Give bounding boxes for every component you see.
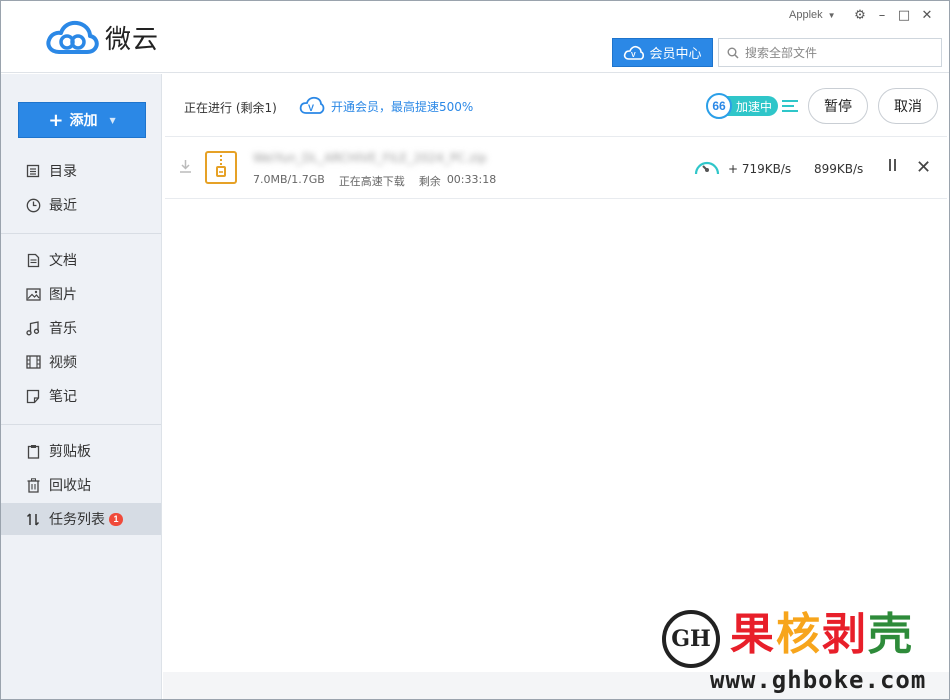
user-name-label: Applek bbox=[789, 9, 823, 21]
chevron-down-icon: ▼ bbox=[827, 10, 836, 20]
file-name: WeiYun_DL_ARCHIVE_FILE_2024_PC.zip bbox=[253, 151, 487, 165]
watermark-char: 核 bbox=[776, 609, 822, 660]
document-icon bbox=[25, 252, 41, 268]
sidebar-divider bbox=[1, 233, 161, 234]
zip-file-icon bbox=[205, 151, 237, 184]
remaining-time: 00:33:18 bbox=[446, 173, 497, 186]
note-icon bbox=[25, 388, 41, 404]
watermark-title: 果核剥壳 bbox=[730, 606, 914, 664]
plus-icon: + bbox=[48, 109, 64, 131]
sidebar-item-recent[interactable]: 最近 bbox=[1, 189, 161, 221]
cloud-logo-icon bbox=[46, 20, 99, 54]
watermark-char: 壳 bbox=[868, 609, 914, 660]
add-label: 添加 bbox=[69, 113, 98, 129]
clock-icon bbox=[25, 197, 41, 213]
search-icon bbox=[727, 47, 739, 59]
sidebar-item-label: 任务列表 bbox=[49, 512, 105, 528]
speed-gauge-icon bbox=[693, 155, 721, 181]
close-icon[interactable]: ✕ bbox=[916, 157, 931, 178]
vip-center-label: 会员中心 bbox=[649, 47, 702, 62]
task-row[interactable]: WeiYun_DL_ARCHIVE_FILE_2024_PC.zip 7.0MB… bbox=[165, 136, 947, 199]
title-bar: 微云 Applek ▼ ⚙ – □ ✕ V 会员中心 bbox=[1, 1, 949, 73]
settings-icon[interactable]: ⚙ bbox=[850, 6, 870, 24]
vip-center-button[interactable]: V 会员中心 bbox=[612, 38, 713, 67]
catalog-icon bbox=[25, 163, 41, 179]
sidebar-item-video[interactable]: 视频 bbox=[1, 346, 161, 378]
pause-icon[interactable] bbox=[885, 159, 899, 175]
remaining-label: 剩余 bbox=[418, 175, 441, 188]
vip-promo-link[interactable]: V 开通会员，最高提速500% bbox=[299, 96, 473, 116]
trash-icon bbox=[25, 477, 41, 493]
watermark-char: 剥 bbox=[822, 609, 868, 660]
sidebar-item-label: 笔记 bbox=[49, 389, 77, 405]
watermark-char: 果 bbox=[730, 609, 776, 660]
task-status-text: 正在进行 (剩余1) bbox=[184, 101, 277, 115]
boost-speed: + 719KB/s bbox=[728, 162, 792, 176]
app-logo: 微云 bbox=[45, 19, 159, 56]
sidebar-item-label: 音乐 bbox=[49, 321, 77, 337]
sidebar-item-catalog[interactable]: 目录 bbox=[1, 155, 161, 187]
sidebar-item-images[interactable]: 图片 bbox=[1, 278, 161, 310]
app-name: 微云 bbox=[105, 25, 160, 55]
sidebar-item-label: 图片 bbox=[49, 287, 77, 303]
vip-cloud-icon: V bbox=[624, 45, 645, 60]
watermark-seal: GH bbox=[662, 610, 720, 668]
add-button[interactable]: + 添加 ▼ bbox=[18, 102, 146, 138]
sidebar-item-notes[interactable]: 笔记 bbox=[1, 380, 161, 412]
download-speed: 899KB/s bbox=[814, 162, 864, 176]
music-icon bbox=[25, 320, 41, 336]
task-toolbar: 正在进行 (剩余1) V 开通会员，最高提速500% 66 加速中 暂停 取消 bbox=[163, 74, 949, 136]
clipboard-icon bbox=[25, 443, 41, 459]
download-icon bbox=[179, 159, 192, 177]
svg-text:V: V bbox=[308, 103, 314, 113]
search-input[interactable] bbox=[745, 45, 935, 60]
sidebar-divider bbox=[1, 424, 161, 425]
task-meta: 7.0MB/1.7GB 正在高速下载 剩余 00:33:18 bbox=[253, 173, 510, 189]
sidebar: + 添加 ▼ 目录 最近 文档 图片 音乐 视频 笔记 剪贴板 回收站 任务列表… bbox=[1, 74, 162, 699]
video-icon bbox=[25, 354, 41, 370]
size-progress: 7.0MB/1.7GB bbox=[253, 173, 325, 186]
sidebar-item-trash[interactable]: 回收站 bbox=[1, 469, 161, 501]
sidebar-item-documents[interactable]: 文档 bbox=[1, 244, 161, 276]
sidebar-item-clipboard[interactable]: 剪贴板 bbox=[1, 435, 161, 467]
user-menu[interactable]: Applek ▼ bbox=[789, 9, 836, 21]
speedup-indicator[interactable]: 66 加速中 bbox=[706, 93, 799, 119]
sidebar-item-tasks[interactable]: 任务列表 1 bbox=[1, 503, 161, 535]
maximize-icon[interactable]: □ bbox=[894, 6, 914, 24]
watermark: GH 果核剥壳 www.ghboke.com bbox=[662, 606, 944, 696]
minimize-icon[interactable]: – bbox=[872, 6, 892, 24]
sidebar-item-label: 最近 bbox=[49, 198, 77, 214]
watermark-url: www.ghboke.com bbox=[710, 666, 927, 694]
sidebar-item-label: 剪贴板 bbox=[49, 444, 91, 460]
sidebar-item-music[interactable]: 音乐 bbox=[1, 312, 161, 344]
search-box[interactable] bbox=[718, 38, 942, 67]
vip-promo-label: 开通会员，最高提速500% bbox=[331, 99, 474, 114]
close-icon[interactable]: ✕ bbox=[917, 6, 937, 24]
task-count-badge: 1 bbox=[109, 512, 123, 526]
sidebar-item-label: 文档 bbox=[49, 253, 77, 269]
svg-text:V: V bbox=[631, 52, 636, 59]
speed-lines-icon bbox=[782, 100, 799, 112]
sidebar-item-label: 回收站 bbox=[49, 478, 91, 494]
transfer-icon bbox=[25, 511, 41, 527]
speedup-number: 66 bbox=[706, 93, 732, 119]
pause-all-button[interactable]: 暂停 bbox=[808, 88, 868, 124]
vip-cloud-icon: V bbox=[299, 96, 325, 114]
app-window: 微云 Applek ▼ ⚙ – □ ✕ V 会员中心 + 添 bbox=[0, 0, 950, 700]
download-status: 正在高速下载 bbox=[338, 175, 405, 188]
sidebar-item-label: 视频 bbox=[49, 355, 77, 371]
sidebar-item-label: 目录 bbox=[49, 164, 77, 180]
cancel-all-button[interactable]: 取消 bbox=[878, 88, 938, 124]
chevron-down-icon: ▼ bbox=[109, 115, 116, 125]
image-icon bbox=[25, 286, 41, 302]
